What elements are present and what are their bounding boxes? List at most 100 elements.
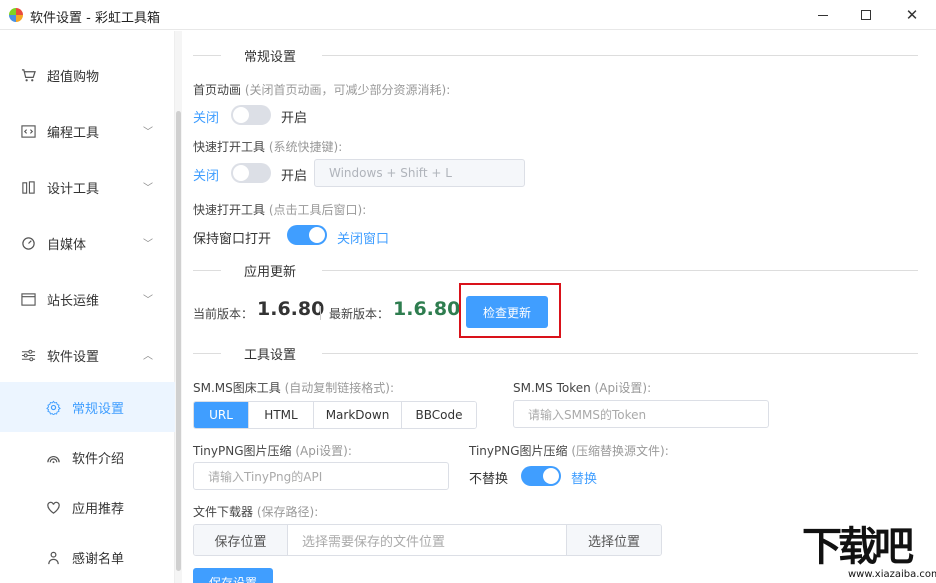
watermark-url: www.xiazaiba.com [848, 569, 936, 580]
dl-label-text: 文件下载器 [193, 505, 254, 519]
chevron-down-icon: ﹀ [143, 183, 153, 194]
format-bbcode-button[interactable]: BBCode [402, 402, 476, 428]
quick-on-label[interactable]: 开启 [281, 165, 307, 184]
sidebar-item-settings[interactable]: 软件设置 ︿ [0, 330, 175, 380]
replace-on-label[interactable]: 替换 [571, 468, 597, 487]
sidebar-subitem-label: 常规设置 [72, 401, 125, 417]
code-icon [20, 123, 36, 139]
replace-switch[interactable] [521, 466, 561, 486]
heart-icon [45, 499, 61, 515]
format-markdown-button[interactable]: MarkDown [314, 402, 402, 428]
quick-switch[interactable] [231, 163, 271, 183]
sidebar-item-label: 设计工具 [47, 181, 100, 197]
sidebar-subitem-thanks[interactable]: 感谢名单 [0, 532, 175, 582]
sidebar-subitem-label: 软件介绍 [72, 451, 125, 467]
tinypng-api-input[interactable]: 请输入TinyPng的API [193, 462, 449, 490]
maximize-icon [861, 10, 871, 20]
after-label: 快速打开工具 (点击工具后窗口): [193, 201, 366, 218]
maximize-button[interactable] [843, 0, 889, 30]
settings-panel: 常规设置 首页动画 (关闭首页动画，可减少部分资源消耗): 关闭 开启 快速打开… [182, 31, 936, 583]
minimize-button[interactable] [800, 0, 846, 30]
anim-on-label[interactable]: 开启 [281, 107, 307, 126]
token-label: SM.MS Token (Api设置): [513, 379, 651, 396]
window-title: 软件设置 - 彩虹工具箱 [30, 11, 160, 26]
anim-label-text: 首页动画 [193, 83, 242, 97]
sidebar-subitem-label: 感谢名单 [72, 551, 125, 567]
sidebar-item-programming[interactable]: 编程工具 ﹀ [0, 106, 175, 156]
save-settings-button[interactable]: 保存设置 [193, 568, 273, 583]
quick-off-label[interactable]: 关闭 [193, 165, 219, 184]
sidebar-item-label: 自媒体 [47, 237, 87, 253]
rainbow-logo-icon [9, 8, 23, 22]
design-icon [20, 179, 36, 195]
gear-icon [45, 399, 61, 415]
divider [193, 353, 221, 354]
close-button[interactable]: ✕ [889, 0, 935, 30]
tiny-label: TinyPNG图片压缩 (Api设置): [193, 442, 352, 459]
sidebar-subitem-label: 应用推荐 [72, 501, 125, 517]
after-switch[interactable] [287, 225, 327, 245]
smms-token-input[interactable]: 请输入SMMS的Token [513, 400, 769, 428]
server-icon [20, 291, 36, 307]
switch-knob [543, 468, 559, 484]
chevron-down-icon: ﹀ [143, 127, 153, 138]
section-title: 常规设置 [244, 50, 297, 65]
check-update-button[interactable]: 检查更新 [466, 296, 548, 328]
sidebar-item-label: 编程工具 [47, 125, 100, 141]
divider [322, 270, 918, 271]
download-path-group: 保存位置 选择需要保存的文件位置 选择位置 [193, 524, 662, 556]
after-label-text: 快速打开工具 [193, 203, 266, 217]
quick-hint: (系统快捷键): [268, 140, 343, 154]
tiny-label-text: TinyPNG图片压缩 [193, 444, 292, 458]
section-update: 应用更新 [193, 260, 918, 280]
close-icon: ✕ [905, 6, 919, 24]
dl-label: 文件下载器 (保存路径): [193, 503, 318, 520]
choose-location-button[interactable]: 选择位置 [567, 525, 661, 555]
sidebar-item-shopping[interactable]: 超值购物 [0, 50, 175, 100]
switch-knob [233, 165, 249, 181]
section-general: 常规设置 [193, 45, 918, 65]
section-tools: 工具设置 [193, 343, 918, 363]
chevron-down-icon: ﹀ [143, 239, 153, 250]
replace-off-label[interactable]: 不替换 [469, 468, 508, 487]
sidebar-subitem-general[interactable]: 常规设置 [0, 382, 175, 432]
latest-version-label: 最新版本： [329, 307, 390, 321]
format-url-button[interactable]: URL [194, 402, 249, 428]
anim-switch[interactable] [231, 105, 271, 125]
current-version: 1.6.80 [257, 298, 325, 320]
replace-hint: (压缩替换源文件): [571, 444, 669, 458]
format-segmented-control: URL HTML MarkDown BBCode [193, 401, 477, 429]
sidebar-item-label: 站长运维 [47, 293, 100, 309]
format-html-button[interactable]: HTML [249, 402, 314, 428]
sidebar: 超值购物 编程工具 ﹀ 设计工具 ﹀ 自媒体 ﹀ 站长运维 ﹀ 软件设置 ︿ 常… [0, 31, 175, 583]
after-keep-label[interactable]: 保持窗口打开 [193, 228, 271, 247]
sidebar-item-label: 超值购物 [47, 69, 100, 85]
divider [322, 55, 918, 56]
after-hint: (点击工具后窗口): [268, 203, 367, 217]
chevron-down-icon: ﹀ [143, 295, 153, 306]
quick-label-text: 快速打开工具 [193, 140, 266, 154]
token-label-text: SM.MS Token [513, 381, 591, 395]
sidebar-subitem-about[interactable]: 软件介绍 [0, 432, 175, 482]
hotkey-input[interactable]: Windows + Shift + L [314, 159, 525, 187]
media-icon [20, 235, 36, 251]
anim-off-label[interactable]: 关闭 [193, 107, 219, 126]
sidebar-item-design[interactable]: 设计工具 ﹀ [0, 162, 175, 212]
sidebar-subitem-recommend[interactable]: 应用推荐 [0, 482, 175, 532]
sidebar-item-webmaster[interactable]: 站长运维 ﹀ [0, 274, 175, 324]
sidebar-scrollbar[interactable] [175, 31, 182, 583]
latest-version: 1.6.80 [393, 298, 461, 320]
smms-label-text: SM.MS图床工具 [193, 381, 281, 395]
site-watermark: 下载吧 www.xiazaiba.com [800, 523, 936, 583]
replace-label: TinyPNG图片压缩 (压缩替换源文件): [469, 442, 669, 459]
switch-knob [233, 107, 249, 123]
smms-label: SM.MS图床工具 (自动复制链接格式): [193, 379, 394, 396]
sidebar-item-media[interactable]: 自媒体 ﹀ [0, 218, 175, 268]
sidebar-item-label: 软件设置 [47, 349, 100, 365]
scrollbar-thumb[interactable] [176, 111, 181, 571]
save-location-label: 保存位置 [194, 525, 287, 555]
after-close-label[interactable]: 关闭窗口 [337, 228, 389, 247]
download-path-input[interactable]: 选择需要保存的文件位置 [287, 525, 567, 555]
chevron-up-icon: ︿ [143, 351, 153, 362]
section-title: 应用更新 [244, 265, 297, 280]
